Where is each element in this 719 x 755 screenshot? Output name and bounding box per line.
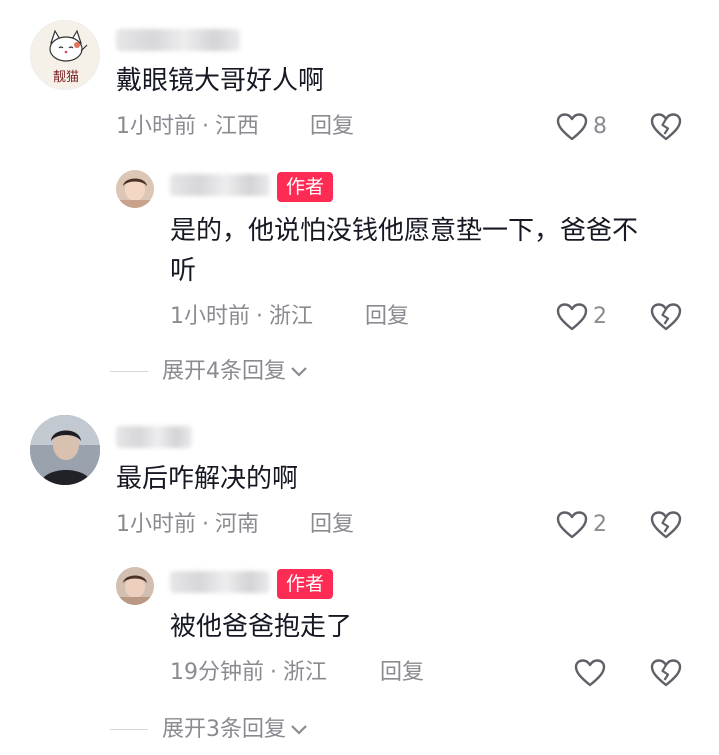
reply-avatar[interactable]: [116, 567, 154, 605]
reply-time: 19分钟前: [170, 660, 264, 685]
like-count: 2: [593, 304, 607, 329]
meta-separator: ·: [270, 660, 277, 685]
meta-separator: ·: [202, 114, 209, 139]
comment-location: 河南: [215, 512, 260, 537]
reply-button[interactable]: 回复: [310, 112, 354, 142]
expand-replies-button[interactable]: 展开4条回复: [162, 357, 308, 387]
reply-button[interactable]: 回复: [380, 658, 424, 688]
broken-heart-icon[interactable]: [650, 510, 682, 540]
expand-divider: [110, 371, 148, 372]
broken-heart-icon[interactable]: [650, 112, 682, 142]
reply-avatar[interactable]: [116, 170, 154, 208]
comment-meta: 1小时前 · 河南: [116, 510, 259, 540]
expand-replies-button[interactable]: 展开3条回复: [162, 715, 308, 745]
reply-meta: 1小时前 · 浙江: [170, 302, 313, 332]
reply-button[interactable]: 回复: [310, 510, 354, 540]
username[interactable]: [116, 29, 240, 51]
reply-time: 1小时前: [170, 304, 250, 329]
heart-icon[interactable]: [556, 510, 588, 540]
reply-text-line1: 是的，他说怕没钱他愿意垫一下，爸爸不: [170, 216, 639, 246]
reply-button[interactable]: 回复: [365, 302, 409, 332]
username[interactable]: [116, 426, 192, 448]
reply-location: 浙江: [283, 660, 328, 685]
comment-time: 1小时前: [116, 512, 196, 537]
author-badge: 作者: [277, 569, 334, 599]
person-photo-icon: [116, 567, 154, 605]
chevron-down-icon: [291, 367, 307, 377]
heart-icon[interactable]: [574, 658, 606, 688]
avatar[interactable]: [30, 415, 100, 485]
heart-icon[interactable]: [556, 112, 588, 142]
broken-heart-icon[interactable]: [650, 302, 682, 332]
author-badge: 作者: [277, 172, 334, 202]
comment-location: 江西: [215, 114, 260, 139]
broken-heart-icon[interactable]: [650, 658, 682, 688]
expand-replies-label: 展开4条回复: [162, 359, 286, 384]
meta-separator: ·: [256, 304, 263, 329]
like-count: 8: [593, 114, 607, 139]
person-photo-icon: [116, 170, 154, 208]
expand-replies-label: 展开3条回复: [162, 717, 286, 742]
meta-separator: ·: [202, 512, 209, 537]
avatar[interactable]: 靓猫: [30, 20, 100, 90]
lucky-cat-avatar-icon: 靓猫: [31, 21, 99, 89]
person-photo-icon: [30, 415, 100, 485]
comment-meta: 1小时前 · 江西: [116, 112, 259, 142]
reply-text: 被他爸爸抱走了: [170, 612, 353, 642]
heart-icon[interactable]: [556, 302, 588, 332]
like-count: 2: [593, 512, 607, 537]
reply-text-line2: 听: [170, 256, 197, 286]
chevron-down-icon: [291, 725, 307, 735]
avatar-text: 靓猫: [53, 70, 79, 85]
comment-text: 最后咋解决的啊: [116, 464, 299, 494]
reply-username[interactable]: [170, 174, 270, 196]
comment-text: 戴眼镜大哥好人啊: [116, 66, 325, 96]
reply-username[interactable]: [170, 571, 270, 593]
reply-meta: 19分钟前 · 浙江: [170, 658, 327, 688]
reply-location: 浙江: [269, 304, 314, 329]
comment-time: 1小时前: [116, 114, 196, 139]
expand-divider: [110, 729, 148, 730]
